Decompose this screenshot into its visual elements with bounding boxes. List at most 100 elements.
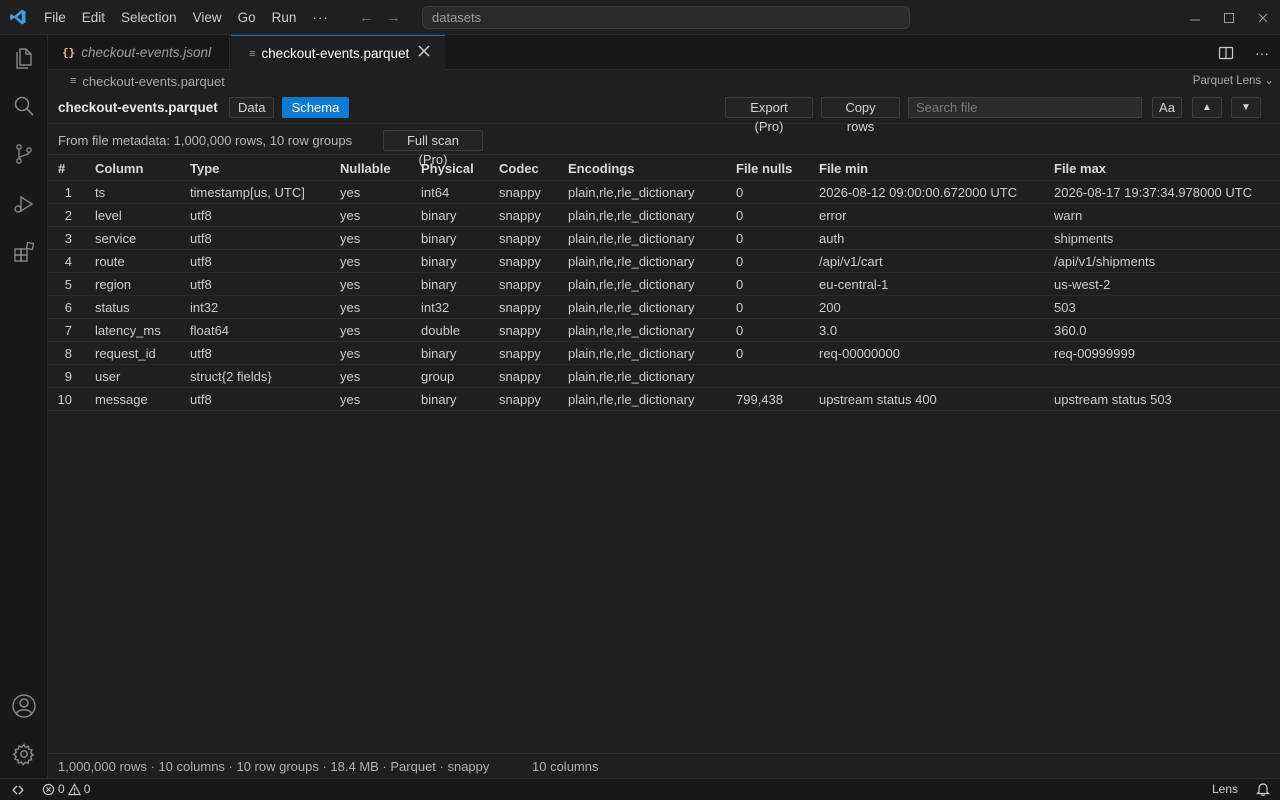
cell-codec: snappy — [499, 323, 541, 338]
export-pro-button[interactable]: Export (Pro) — [725, 97, 813, 134]
tab-checkout-events-parquet[interactable]: ≡ checkout-events.parquet — [231, 35, 445, 71]
table-row[interactable]: 1 ts timestamp[us, UTC] yes int64 snappy plain… — [48, 181, 1280, 204]
breadcrumb[interactable]: ≡ checkout-events.parquet — [70, 72, 225, 90]
full-scan-pro-button[interactable]: Full scan (Pro) — [383, 130, 483, 167]
cell-type: int32 — [190, 300, 219, 315]
editor-tab-bar: {} checkout-events.jsonl ≡ checkout-even… — [48, 35, 1280, 71]
activity-bar — [0, 35, 48, 778]
cell-encodings: plain,rle,rle_dictionary — [568, 277, 695, 292]
cell-file-max: 503 — [1054, 300, 1076, 315]
split-editor-icon[interactable] — [1208, 45, 1244, 61]
cell-nullable: yes — [340, 369, 361, 384]
copy-rows-button[interactable]: Copy rows — [821, 97, 900, 134]
search-file-input[interactable]: Search file — [908, 97, 1142, 118]
table-row[interactable]: 8 request_id utf8 yes binary snappy plain,rle,… — [48, 342, 1280, 365]
cell-physical: binary — [421, 208, 457, 223]
match-case-button[interactable]: Aa — [1152, 97, 1182, 118]
close-tab-icon[interactable] — [417, 44, 431, 63]
cell-column: message — [95, 392, 148, 407]
table-row[interactable]: 2 level utf8 yes binary snappy plain,rle,rle_d… — [48, 204, 1280, 227]
menu-selection[interactable]: Selection — [113, 0, 185, 35]
header-type[interactable]: Type — [190, 156, 219, 181]
table-row[interactable]: 5 region utf8 yes binary snappy plain,rle,rle_… — [48, 273, 1280, 296]
cell-column: latency_ms — [95, 323, 161, 338]
table-row[interactable]: 7 latency_ms float64 yes double snappy plain,r… — [48, 319, 1280, 342]
cell-codec: snappy — [499, 231, 541, 246]
account-icon[interactable] — [0, 683, 48, 729]
explorer-icon[interactable] — [0, 35, 48, 81]
cell-file-nulls: 0 — [736, 185, 744, 200]
cell-encodings: plain,rle,rle_dictionary — [568, 300, 695, 315]
search-icon[interactable] — [0, 83, 48, 129]
table-row[interactable]: 6 status int32 yes int32 snappy plain,rle,rle_… — [48, 296, 1280, 319]
cell-physical: int64 — [421, 185, 450, 200]
error-count: 0 — [58, 782, 65, 796]
menu-run[interactable]: Run — [264, 0, 305, 35]
header-file-max[interactable]: File max — [1054, 156, 1106, 181]
previous-match-button[interactable]: ▲ — [1192, 97, 1222, 118]
file-title: checkout-events.parquet — [58, 100, 218, 115]
forward-arrow-icon[interactable]: → — [386, 9, 401, 26]
header-physical[interactable]: Physical — [421, 156, 474, 181]
status-bar: 0 0 Lens — [0, 778, 1280, 800]
maximize-icon[interactable] — [1212, 0, 1246, 35]
table-row[interactable]: 10 message utf8 yes binary snappy plain,rle,rl… — [48, 388, 1280, 411]
tab-label: checkout-events.jsonl — [81, 45, 212, 60]
source-control-icon[interactable] — [0, 131, 48, 177]
table-row[interactable]: 4 route utf8 yes binary snappy plain,rle,rle_d… — [48, 250, 1280, 273]
data-view-button[interactable]: Data — [229, 97, 274, 118]
header-column[interactable]: Column — [95, 156, 143, 181]
cell-encodings: plain,rle,rle_dictionary — [568, 231, 695, 246]
menu-go[interactable]: Go — [230, 0, 264, 35]
run-debug-icon[interactable] — [0, 181, 48, 227]
menu-file[interactable]: File — [36, 0, 74, 35]
settings-gear-icon[interactable] — [0, 731, 48, 777]
cell-type: utf8 — [190, 277, 212, 292]
parquet-lens-dropdown[interactable]: Parquet Lens ⌄ — [1193, 73, 1274, 87]
notifications-bell-icon[interactable] — [1256, 781, 1270, 800]
header-encodings[interactable]: Encodings — [568, 156, 634, 181]
cell-index: 8 — [64, 346, 72, 361]
header-codec[interactable]: Codec — [499, 156, 539, 181]
cell-physical: binary — [421, 254, 457, 269]
cell-type: struct{2 fields} — [190, 369, 272, 384]
cell-file-min: upstream status 400 — [819, 392, 937, 407]
cell-codec: snappy — [499, 185, 541, 200]
more-actions-icon[interactable]: ··· — [1244, 45, 1280, 61]
cell-encodings: plain,rle,rle_dictionary — [568, 369, 695, 384]
table-row[interactable]: 3 service utf8 yes binary snappy plain,rle,rle… — [48, 227, 1280, 250]
cell-file-nulls: 0 — [736, 277, 744, 292]
command-center-search[interactable]: datasets — [422, 6, 910, 29]
problems-indicator[interactable]: 0 0 — [42, 782, 90, 796]
cell-codec: snappy — [499, 369, 541, 384]
close-window-icon[interactable] — [1246, 0, 1280, 35]
menu-edit[interactable]: Edit — [74, 0, 113, 35]
schema-view-button[interactable]: Schema — [282, 97, 349, 118]
menu-view[interactable]: View — [185, 0, 230, 35]
schema-table: # Column Type Nullable Physical Codec En… — [48, 156, 1280, 411]
table-row[interactable]: 9 user struct{2 fields} yes group snappy plain… — [48, 365, 1280, 388]
header-file-nulls[interactable]: File nulls — [736, 156, 792, 181]
next-match-button[interactable]: ▼ — [1231, 97, 1261, 118]
tab-checkout-events-jsonl[interactable]: {} checkout-events.jsonl — [48, 35, 230, 70]
extensions-icon[interactable] — [0, 229, 48, 275]
cell-index: 9 — [64, 369, 72, 384]
back-arrow-icon[interactable]: ← — [359, 9, 374, 26]
cell-encodings: plain,rle,rle_dictionary — [568, 346, 695, 361]
cell-physical: binary — [421, 231, 457, 246]
warning-count: 0 — [83, 782, 91, 796]
parquet-file-icon: ≡ — [249, 47, 256, 60]
header-index[interactable]: # — [58, 156, 80, 181]
menu-more-icon[interactable]: ··· — [304, 0, 337, 35]
lens-status-item[interactable]: Lens — [1212, 782, 1238, 796]
cell-nullable: yes — [340, 300, 361, 315]
header-file-min[interactable]: File min — [819, 156, 868, 181]
cell-file-nulls: 0 — [736, 208, 744, 223]
cell-file-nulls: 799,438 — [736, 392, 783, 407]
cell-file-min: eu-central-1 — [819, 277, 889, 292]
header-nullable[interactable]: Nullable — [340, 156, 391, 181]
minimize-icon[interactable] — [1178, 0, 1212, 35]
cell-index: 7 — [64, 323, 72, 338]
cell-file-nulls: 0 — [736, 323, 744, 338]
remote-indicator-icon[interactable] — [0, 779, 36, 800]
